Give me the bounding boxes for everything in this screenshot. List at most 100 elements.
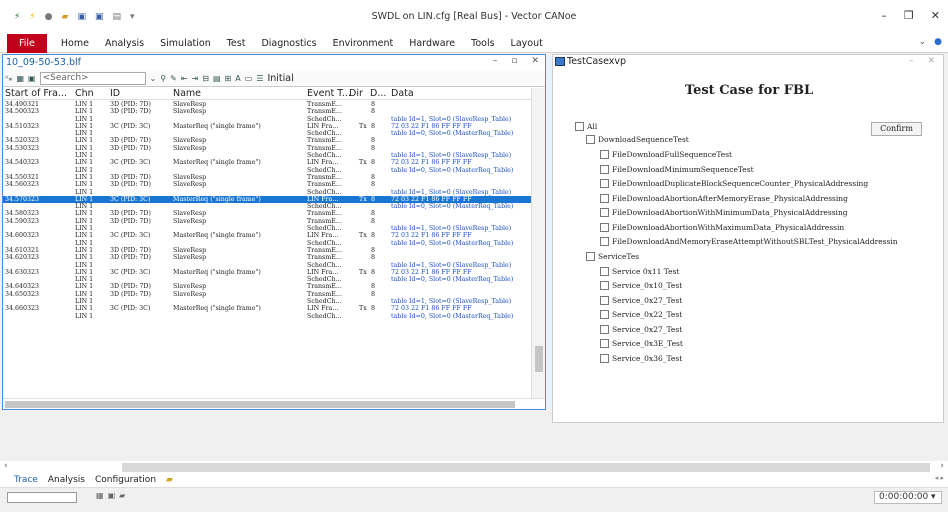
minimize-icon[interactable]: – xyxy=(909,56,914,66)
checkbox-testcase[interactable]: Service_0x22_Test xyxy=(600,310,682,319)
checkbox-testcase[interactable]: FileDownloadDuplicateBlockSequenceCounte… xyxy=(600,179,868,188)
checkbox[interactable] xyxy=(575,122,584,131)
grid-icon[interactable]: ▦ xyxy=(96,491,104,500)
checkbox-testcase[interactable]: Service_0x3E_Test xyxy=(600,339,683,348)
table-row[interactable]: LIN 1 SchedCh... table Id=0, Slot=0 (Maste… xyxy=(3,203,531,210)
prev-icon[interactable]: ⇤ xyxy=(181,74,188,83)
confirm-button[interactable]: Confirm xyxy=(871,122,922,136)
checkbox-testcase[interactable]: FileDownloadMinimumSequenceTest xyxy=(600,164,754,174)
table-row[interactable]: LIN 1 SchedCh... table Id=0, Slot=0 (Maste… xyxy=(3,240,531,247)
vertical-scrollbar[interactable] xyxy=(531,88,545,399)
table-row[interactable]: LIN 1 SchedCh... table Id=0, Slot=0 (Maste… xyxy=(3,130,531,137)
table-row[interactable]: LIN 1 SchedCh... table Id=1, Slot=0 (Slave… xyxy=(3,225,531,232)
vertical-scroll-thumb[interactable] xyxy=(535,346,543,372)
checkbox[interactable] xyxy=(586,135,595,144)
table-row[interactable]: LIN 1 SchedCh... table Id=1, Slot=0 (Slave… xyxy=(3,189,531,196)
checkbox[interactable] xyxy=(600,237,609,246)
bottom-scrollbar[interactable]: ‹ › xyxy=(0,461,948,473)
tab-configuration[interactable]: Configuration xyxy=(93,475,158,485)
table-row[interactable]: 34.510323 LIN 1 3C (PID: 3C) MasterReq ("si… xyxy=(3,123,531,130)
table-row[interactable]: 34.540323 LIN 1 3C (PID: 3C) MasterReq ("si… xyxy=(3,159,531,166)
network-icon[interactable]: ▰ xyxy=(119,491,125,500)
menu-tools[interactable]: Tools xyxy=(463,38,502,49)
restore-icon[interactable]: ❐ xyxy=(904,9,914,22)
tab-analysis[interactable]: Analysis xyxy=(46,475,87,485)
checkbox-testcase[interactable]: Service_0x10_Test xyxy=(600,281,682,290)
monitor-icon[interactable]: ▣ xyxy=(108,491,116,500)
help-icon[interactable]: ● xyxy=(934,37,942,47)
message-icon[interactable]: ▤ xyxy=(213,74,221,83)
menu-diagnostics[interactable]: Diagnostics xyxy=(253,38,324,49)
menu-analysis[interactable]: Analysis xyxy=(97,38,152,49)
scroll-left-icon[interactable]: ‹ xyxy=(4,461,8,471)
table-row[interactable]: 34.550321 LIN 1 3D (PID: 7D) SlaveResp Trans… xyxy=(3,174,531,181)
checkbox[interactable] xyxy=(600,208,609,217)
table-row[interactable]: 34.620323 LIN 1 3D (PID: 7D) SlaveResp Trans… xyxy=(3,254,531,261)
menu-hardware[interactable]: Hardware xyxy=(401,38,463,49)
table-row[interactable]: 34.630323 LIN 1 3C (PID: 3C) MasterReq ("si… xyxy=(3,269,531,276)
checkbox[interactable] xyxy=(600,179,609,188)
checkbox[interactable] xyxy=(586,251,595,261)
checkbox-testcase[interactable]: Service_0x36_Test xyxy=(600,353,682,363)
close-icon[interactable]: ✕ xyxy=(927,56,935,66)
col-data[interactable]: Data xyxy=(391,88,414,99)
checkbox[interactable] xyxy=(600,266,609,276)
menu-file[interactable]: File xyxy=(7,33,47,53)
table-row[interactable]: LIN 1 SchedCh... table Id=0, Slot=0 (Maste… xyxy=(3,313,531,320)
layout-icon[interactable]: ▭ xyxy=(245,74,253,83)
bus-icon[interactable]: ⊟ xyxy=(202,74,209,83)
find-next-icon[interactable]: ⚲ xyxy=(160,74,166,83)
table-row[interactable]: 34.570323 LIN 1 3C (PID: 3C) MasterReq ("si… xyxy=(3,195,531,204)
table-row[interactable]: LIN 1 SchedCh... table Id=0, Slot=0 (Maste… xyxy=(3,276,531,283)
checkbox-testcase[interactable]: FileDownloadAbortionAfterMemoryErase_Phy… xyxy=(600,193,848,203)
column-icon[interactable]: ⊞ xyxy=(225,74,232,83)
collapse-ribbon-icon[interactable]: ⌄ xyxy=(919,37,927,47)
checkbox-testcase[interactable]: Service_0x27_Test xyxy=(600,324,682,334)
col-dlc[interactable]: D... xyxy=(370,88,386,99)
close-icon[interactable]: ✕ xyxy=(531,56,539,66)
maximize-icon[interactable]: ▫ xyxy=(511,56,517,66)
menu-test[interactable]: Test xyxy=(219,38,254,49)
table-row[interactable]: LIN 1 SchedCh... table Id=1, Slot=0 (Slave… xyxy=(3,298,531,305)
col-name[interactable]: Name xyxy=(173,88,201,99)
col-event-type[interactable]: Event T... xyxy=(307,88,351,99)
table-row[interactable]: 34.580323 LIN 1 3D (PID: 7D) SlaveResp Trans… xyxy=(3,210,531,217)
folder-icon[interactable]: ▰ xyxy=(164,475,175,485)
checkbox-all[interactable]: All xyxy=(575,122,597,131)
menu-environment[interactable]: Environment xyxy=(325,38,402,49)
checkbox-testcase[interactable]: Service 0x11 Test xyxy=(600,266,679,276)
checkbox[interactable] xyxy=(600,164,609,174)
menu-simulation[interactable]: Simulation xyxy=(152,38,219,49)
horizontal-scroll-thumb[interactable] xyxy=(5,401,515,408)
checkbox[interactable] xyxy=(600,310,609,319)
checkbox-testcase[interactable]: FileDownloadAbortionWithMaximumData_Phys… xyxy=(600,222,844,232)
col-start[interactable]: Start of Fra... xyxy=(5,88,67,99)
checkbox[interactable] xyxy=(600,324,609,334)
pin-icon[interactable]: ▣ xyxy=(28,74,36,83)
view-icon[interactable]: ▦ xyxy=(16,74,24,83)
col-dir[interactable]: Dir xyxy=(349,88,363,99)
checkbox-testcase[interactable]: FileDownloadAbortionWithMinimumData_Phys… xyxy=(600,208,848,217)
tab-trace[interactable]: Trace xyxy=(12,475,40,485)
table-row[interactable]: 34.560323 LIN 1 3D (PID: 7D) SlaveResp Trans… xyxy=(3,181,531,188)
table-row[interactable]: 34.660323 LIN 1 3C (PID: 3C) MasterReq ("si… xyxy=(3,305,531,312)
checkbox[interactable] xyxy=(600,150,609,159)
close-icon[interactable]: ✕ xyxy=(931,9,940,22)
table-row[interactable]: LIN 1 SchedCh... table Id=1, Slot=0 (Slave… xyxy=(3,116,531,123)
highlight-icon[interactable]: ✎ xyxy=(170,74,177,83)
list-icon[interactable]: ☰ xyxy=(256,74,263,83)
tab-nav-icon[interactable]: ◂ ▸ xyxy=(935,474,944,482)
table-row[interactable]: LIN 1 SchedCh... table Id=1, Slot=0 (Slave… xyxy=(3,262,531,269)
checkbox-testcase[interactable]: FileDownloadAndMemoryEraseAttemptWithout… xyxy=(600,237,898,246)
table-row[interactable]: 34.530323 LIN 1 3D (PID: 7D) SlaveResp Trans… xyxy=(3,145,531,152)
checkbox-group[interactable]: ServiceTes xyxy=(586,251,639,261)
initial-dropdown[interactable]: Initial xyxy=(267,73,293,84)
checkbox-testcase[interactable]: FileDownloadFullSequenceTest xyxy=(600,150,732,159)
search-input[interactable]: <Search> xyxy=(39,71,146,85)
table-row[interactable]: 34.590323 LIN 1 3D (PID: 7D) SlaveResp Trans… xyxy=(3,218,531,225)
minimize-icon[interactable]: – xyxy=(881,9,887,22)
table-row[interactable]: 34.520323 LIN 1 3D (PID: 7D) SlaveResp Trans… xyxy=(3,137,531,144)
next-icon[interactable]: ⇥ xyxy=(192,74,199,83)
table-row[interactable]: 34.600323 LIN 1 3C (PID: 3C) MasterReq ("si… xyxy=(3,232,531,239)
table-row[interactable]: 34.640323 LIN 1 3D (PID: 7D) SlaveResp Trans… xyxy=(3,283,531,290)
